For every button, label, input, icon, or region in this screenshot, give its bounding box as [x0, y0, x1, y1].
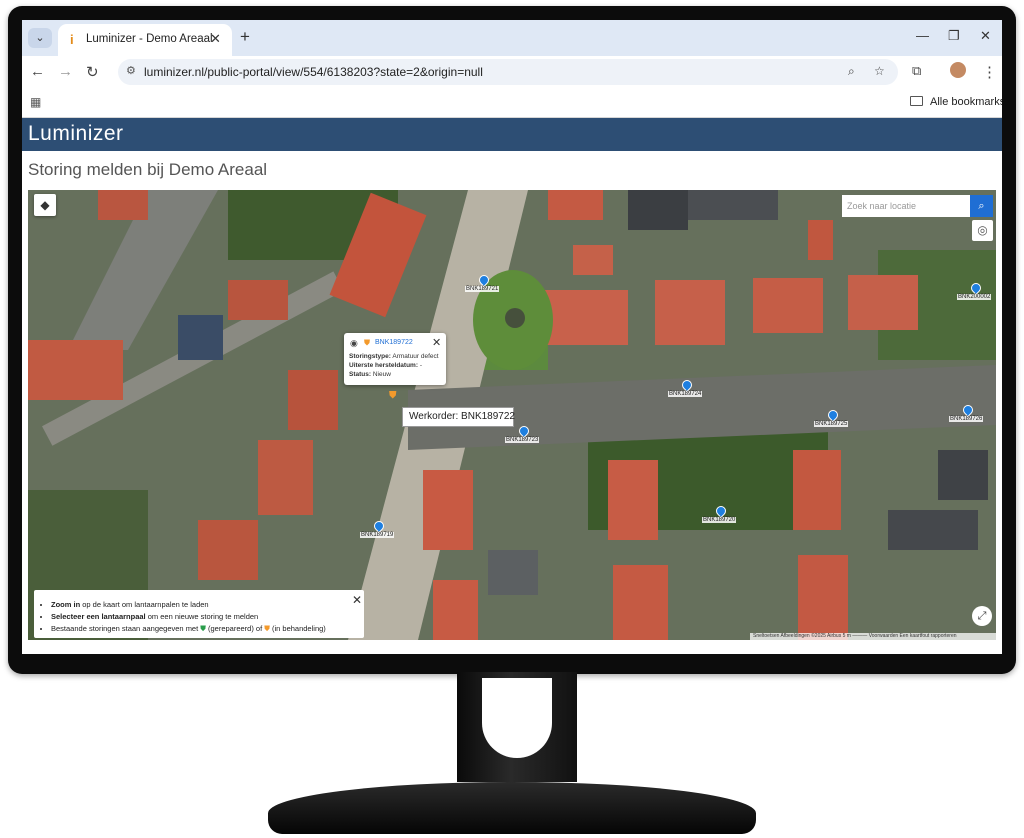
map-pin[interactable]: BNK189725 — [814, 407, 849, 427]
map-pin[interactable]: BNK200002 — [957, 280, 992, 300]
bookmarks-bar: ▦ Alle bookmarks — [22, 88, 1002, 118]
address-bar[interactable]: ⚙ luminizer.nl/public-portal/view/554/61… — [118, 59, 898, 85]
map-pin[interactable]: BNK189724 — [668, 377, 703, 397]
site-info-icon[interactable]: ⚙ — [126, 64, 136, 77]
my-location-icon[interactable]: ◎ — [972, 220, 993, 241]
menu-icon[interactable]: ⋮ — [982, 63, 997, 81]
satellite-map[interactable]: ◆ Zoek naar locatie ⌕ ◎ BNK189721 BNK189… — [28, 190, 996, 640]
minimize-icon[interactable]: — — [916, 28, 929, 43]
forward-button[interactable]: → — [58, 63, 73, 80]
map-pin[interactable]: BNK189723 — [505, 423, 540, 443]
instruction-item: Selecteer een lantaarnpaal om een nieuwe… — [51, 611, 326, 623]
fullscreen-icon[interactable]: ⤢ — [972, 606, 992, 626]
popup-row-date: Uiterste hersteldatum: - — [349, 362, 422, 369]
pin-label: BNK189726 — [949, 416, 984, 422]
monitor-stand-base — [268, 782, 756, 834]
layers-icon[interactable]: ◆ — [34, 194, 56, 216]
pin-label: BNK189720 — [702, 517, 737, 523]
profile-avatar[interactable] — [950, 62, 966, 78]
map-pin[interactable]: BNK189719 — [360, 518, 395, 538]
tab-search-button[interactable]: ⌄ — [28, 28, 52, 48]
new-tab-button[interactable]: + — [240, 27, 250, 47]
close-info-icon[interactable]: ✕ — [352, 593, 362, 607]
search-icon[interactable]: ⌕ — [970, 195, 993, 217]
pin-label: BNK189721 — [465, 286, 500, 292]
popup-row-type: Storingstype: Armatuur defect — [349, 353, 439, 360]
pin-label: BNK189724 — [668, 391, 703, 397]
all-bookmarks-link[interactable]: Alle bookmarks — [930, 96, 1002, 108]
close-window-icon[interactable]: ✕ — [980, 28, 991, 44]
instruction-list: Zoom in op de kaart om lantaarnpalen te … — [38, 599, 326, 635]
pin-label: BNK189723 — [505, 437, 540, 443]
tab-active[interactable]: i Luminizer - Demo Areaal ✕ — [58, 24, 232, 56]
browser-window: ⌄ i Luminizer - Demo Areaal ✕ + — ❐ ✕ ← … — [22, 20, 1002, 654]
map-pin[interactable]: BNK189721 — [465, 272, 500, 292]
in-progress-shield-icon: ⛊ — [364, 338, 370, 347]
map-pin[interactable]: BNK189726 — [949, 402, 984, 422]
pin-marker-icon — [713, 503, 729, 519]
extensions-icon[interactable]: ⧉ — [912, 63, 921, 79]
folder-icon — [910, 96, 923, 106]
monitor-frame: ⌄ i Luminizer - Demo Areaal ✕ + — ❐ ✕ ← … — [8, 6, 1016, 674]
bookmark-star-icon[interactable]: ☆ — [874, 64, 885, 78]
apps-grid-icon[interactable]: ▦ — [30, 95, 41, 109]
monitor-stand-cutout — [482, 678, 552, 758]
restore-icon[interactable]: ❐ — [948, 28, 960, 44]
info-panel: ✕ Zoom in op de kaart om lantaarnpalen t… — [34, 590, 364, 638]
popup-row-status: Status: Nieuw — [349, 371, 391, 378]
zoom-icon[interactable]: ⌕ — [848, 64, 855, 79]
pin-marker-icon — [679, 377, 695, 393]
luminizer-favicon-icon: i — [70, 32, 74, 47]
instruction-item: Bestaande storingen staan aangegeven met… — [51, 623, 326, 635]
pin-label: BNK189719 — [360, 532, 395, 538]
instruction-item: Zoom in op de kaart om lantaarnpalen te … — [51, 599, 326, 611]
pin-marker-icon — [825, 407, 841, 423]
close-tab-icon[interactable]: ✕ — [210, 31, 221, 47]
workorder-tooltip: Werkorder: BNK189722 — [402, 407, 515, 427]
in-progress-marker-icon[interactable]: ⛊ — [389, 390, 397, 401]
pin-marker-icon — [476, 272, 492, 288]
back-button[interactable]: ← — [30, 63, 45, 80]
pin-marker-icon — [371, 518, 387, 534]
fault-popup: ◉ ⛊ BNK189722 ✕ Storingstype: Armatuur d… — [344, 333, 446, 385]
page-title: Storing melden bij Demo Areaal — [28, 160, 268, 179]
tab-title: Luminizer - Demo Areaal — [86, 33, 213, 45]
fault-code-link[interactable]: BNK189722 — [375, 339, 413, 346]
toolbar: ← → ↻ ⚙ luminizer.nl/public-portal/view/… — [22, 56, 1002, 88]
eye-icon[interactable]: ◉ — [350, 338, 358, 349]
pin-marker-icon — [516, 423, 532, 439]
close-popup-icon[interactable]: ✕ — [432, 336, 441, 349]
luminizer-logo: Luminizer — [28, 122, 124, 145]
reload-button[interactable]: ↻ — [86, 63, 99, 81]
pin-marker-icon — [968, 280, 984, 296]
map-attribution[interactable]: Sneltoetsen Afbeeldingen ©2025 Airbus 5 … — [750, 633, 996, 640]
app-header: Luminizer — [22, 118, 1002, 151]
pin-marker-icon — [960, 402, 976, 418]
url-text[interactable]: luminizer.nl/public-portal/view/554/6138… — [144, 65, 483, 79]
pin-label: BNK189725 — [814, 421, 849, 427]
map-pin[interactable]: BNK189720 — [702, 503, 737, 523]
tab-bar: ⌄ i Luminizer - Demo Areaal ✕ + — ❐ ✕ — [22, 20, 1002, 56]
location-search-input[interactable]: Zoek naar locatie — [842, 195, 970, 217]
pin-label: BNK200002 — [957, 294, 992, 300]
